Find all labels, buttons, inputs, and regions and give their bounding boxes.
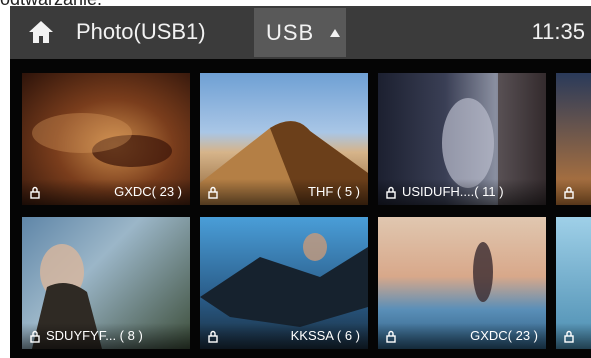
tile-caption: KKSSA ( 6 ) — [200, 323, 368, 349]
lock-icon — [386, 330, 396, 343]
tile-caption — [556, 323, 591, 349]
lock-icon — [208, 186, 218, 199]
clock: 11:35 — [531, 19, 585, 44]
photo-folder-tile[interactable]: GXDC( 23 ) — [22, 73, 190, 205]
photo-folder-tile[interactable]: KKSSA ( 6 ) — [200, 217, 368, 349]
tile-caption: GXDC( 23 ) — [378, 323, 546, 349]
lock-icon — [386, 186, 396, 199]
tile-caption — [556, 179, 591, 205]
lock-icon — [208, 330, 218, 343]
header-bar: Photo(USB1) USB 11:35 — [10, 6, 591, 59]
lock-icon — [30, 330, 40, 343]
source-label: USB — [266, 20, 315, 45]
tile-caption: THF ( 5 ) — [200, 179, 368, 205]
photo-folder-tile[interactable] — [556, 73, 591, 205]
lock-icon — [30, 186, 40, 199]
photo-grid: GXDC( 23 ) THF ( 5 ) USIDUFH....( 11 ) S… — [10, 59, 591, 358]
home-button[interactable] — [28, 20, 54, 44]
tile-caption: GXDC( 23 ) — [22, 179, 190, 205]
tile-caption: USIDUFH....( 11 ) — [378, 179, 546, 205]
photo-browser-screen: Photo(USB1) USB 11:35 GXDC( 23 ) THF (5… — [10, 6, 591, 358]
caret-up-icon — [330, 29, 340, 37]
tile-caption: SDUYFYF... ( 8 ) — [22, 323, 190, 349]
source-dropdown-button[interactable]: USB — [254, 8, 346, 57]
tile-label: SDUYFYF... ( 8 ) — [46, 328, 143, 343]
tile-label: USIDUFH....( 11 ) — [402, 184, 504, 199]
home-icon — [29, 21, 53, 43]
photo-folder-tile[interactable] — [556, 217, 591, 349]
tile-label: THF ( 5 ) — [308, 184, 360, 199]
tile-label: KKSSA ( 6 ) — [290, 328, 360, 343]
lock-icon — [564, 330, 574, 343]
photo-folder-tile[interactable]: USIDUFH....( 11 ) — [378, 73, 546, 205]
photo-folder-tile[interactable]: THF ( 5 ) — [200, 73, 368, 205]
page-title: Photo(USB1) — [76, 19, 206, 44]
tile-label: GXDC( 23 ) — [470, 328, 538, 343]
photo-folder-tile[interactable]: GXDC( 23 ) — [378, 217, 546, 349]
tile-label: GXDC( 23 ) — [114, 184, 182, 199]
lock-icon — [564, 186, 574, 199]
photo-folder-tile[interactable]: SDUYFYF... ( 8 ) — [22, 217, 190, 349]
